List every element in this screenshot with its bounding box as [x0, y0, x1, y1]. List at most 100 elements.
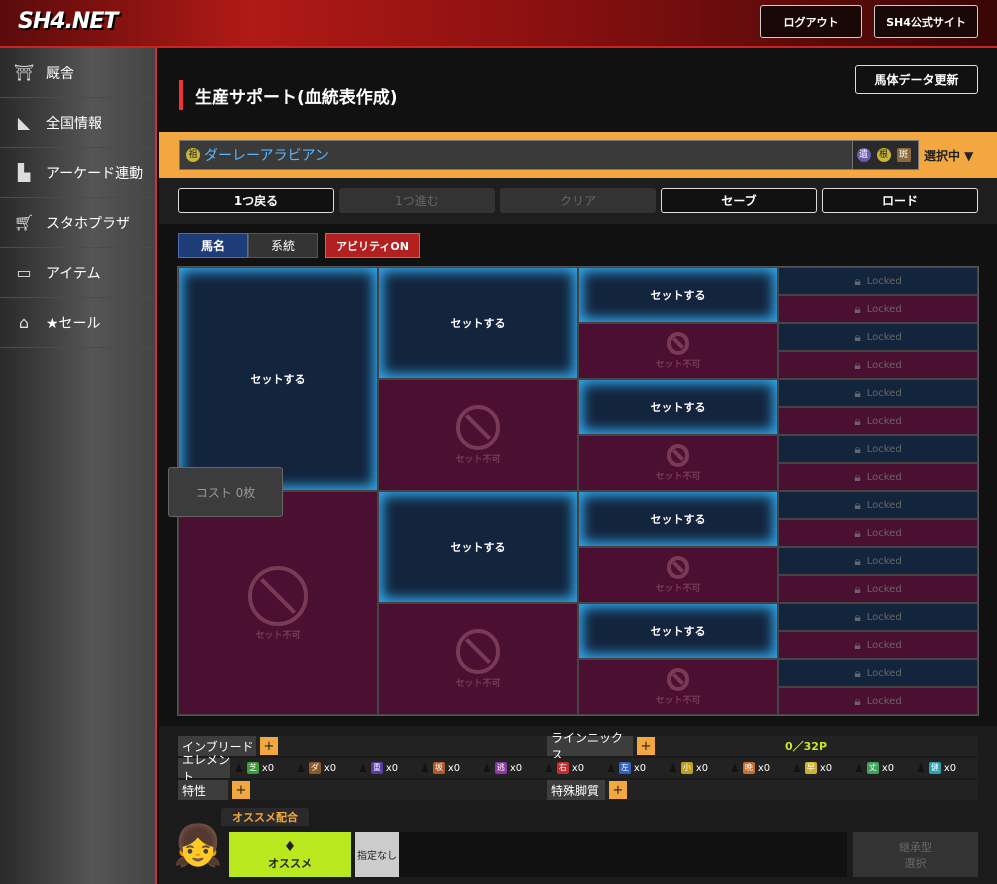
save-button[interactable]: セーブ [661, 188, 817, 213]
prohibited-icon [666, 556, 690, 579]
nicks-add-button[interactable]: + [637, 737, 655, 755]
locked-label: Locked [866, 583, 902, 595]
element-item: ♟ 芝 x0 [234, 762, 296, 775]
pedigree-set-slot[interactable]: セットする [378, 267, 578, 379]
element-count: x0 [323, 762, 337, 774]
official-site-button[interactable]: SH4公式サイト [874, 5, 978, 38]
locked-label: Locked [866, 499, 902, 511]
pedigree-set-slot[interactable]: セットする [578, 491, 778, 547]
pedigree-locked-slot: 🔒︎ Locked [778, 687, 978, 715]
element-count: x0 [447, 762, 461, 774]
pedigree-unavailable-slot: セット不可 [578, 435, 778, 491]
pedigree-set-slot[interactable]: セットする [378, 491, 578, 603]
locked-label: Locked [866, 443, 902, 455]
lock-icon: 🔒︎ [854, 581, 861, 596]
recommend-button[interactable]: ♦ オススメ [229, 832, 351, 877]
pedigree-set-slot[interactable]: セットする [178, 267, 378, 491]
sidebar-item-label: スタホプラザ [46, 215, 130, 232]
locked-label: Locked [866, 387, 902, 399]
pedigree-locked-slot: 🔒︎ Locked [778, 351, 978, 379]
prohibited-icon [248, 565, 308, 626]
horse-silhouette-icon: ♟ [916, 761, 926, 775]
lock-icon: 🔒︎ [854, 441, 861, 456]
prohibited-icon [666, 444, 690, 467]
load-button[interactable]: ロード [822, 188, 978, 213]
sidebar-item-label: ★セール [46, 315, 101, 332]
tag-icon: 根 [876, 148, 891, 162]
element-badge-icon: 芝 [246, 762, 259, 774]
locked-label: Locked [866, 611, 902, 623]
special-add-button[interactable]: + [609, 781, 627, 799]
trait-add-button[interactable]: + [232, 781, 250, 799]
horse-select-bar: 祖 ダーレーアラビアン 遺 根 斑 選択中 ▼ [159, 132, 997, 178]
update-horse-data-button[interactable]: 馬体データ更新 [855, 65, 978, 94]
horse-silhouette-icon: ♟ [358, 761, 368, 775]
element-item: ♟ 早 x0 [792, 762, 854, 775]
pedigree-locked-slot: 🔒︎ Locked [778, 547, 978, 575]
sidebar-item-national[interactable]: ◣ 全国情報 [0, 98, 155, 148]
pedigree-locked-slot: 🔒︎ Locked [778, 407, 978, 435]
horse-silhouette-icon: ♟ [792, 761, 802, 775]
inherit-type-button[interactable]: 継承型 選択 [853, 832, 978, 877]
element-item: ♟ 丈 x0 [854, 762, 916, 775]
element-label: エレメント [178, 753, 230, 784]
sidebar-item-plaza[interactable]: 🛒︎ スタホプラザ [0, 198, 155, 248]
horse-silhouette-icon: ♟ [482, 761, 492, 775]
element-count: x0 [757, 762, 771, 774]
sidebar-item-label: アーケード連動 [46, 165, 144, 182]
inbreed-row: インブリード + [178, 736, 548, 756]
locked-label: Locked [866, 275, 902, 287]
horse-silhouette-icon: ♟ [420, 761, 430, 775]
locked-label: Locked [866, 555, 902, 567]
pedigree-unavailable-slot: セット不可 [578, 659, 778, 715]
element-item: ♟ 重 x0 [358, 762, 420, 775]
sidebar-item-label: 全国情報 [46, 115, 102, 132]
lock-icon: 🔒︎ [854, 301, 861, 316]
pedigree-locked-slot: 🔒︎ Locked [778, 323, 978, 351]
pedigree-locked-slot: 🔒︎ Locked [778, 603, 978, 631]
page-title: 生産サポート(血統表作成) [179, 80, 398, 110]
sidebar-item-arcade[interactable]: ▙ アーケード連動 [0, 148, 155, 198]
tab-lineage[interactable]: 系統 [248, 233, 318, 258]
pedigree-locked-slot: 🔒︎ Locked [778, 463, 978, 491]
site-logo[interactable]: SH4.NET [18, 9, 118, 34]
sidebar: ⛩ 厩舎 ◣ 全国情報 ▙ アーケード連動 🛒︎ スタホプラザ ▭ アイテム ⌂ ★セール [0, 48, 157, 884]
element-badge-icon: 右 [556, 762, 569, 774]
nicks-label: ラインニックス [547, 731, 633, 762]
sidebar-item-items[interactable]: ▭ アイテム [0, 248, 155, 298]
ability-toggle-button[interactable]: アビリティON [325, 233, 420, 258]
special-label: 特殊脚質 [547, 780, 605, 800]
locked-label: Locked [866, 527, 902, 539]
sidebar-item-label: 厩舎 [46, 65, 74, 82]
lock-icon: 🔒︎ [854, 329, 861, 344]
pedigree-locked-slot: 🔒︎ Locked [778, 295, 978, 323]
pedigree-set-slot[interactable]: セットする [578, 379, 778, 435]
sidebar-item-stable[interactable]: ⛩ 厩舎 [0, 48, 155, 98]
selection-status-dropdown[interactable]: 選択中 ▼ [924, 147, 973, 164]
lock-icon: 🔒︎ [854, 273, 861, 288]
element-count: x0 [509, 762, 523, 774]
inbreed-add-button[interactable]: + [260, 737, 278, 755]
element-item: ♟ 左 x0 [606, 762, 668, 775]
element-item: ♟ 健 x0 [916, 762, 978, 775]
clear-button[interactable]: クリア [500, 188, 656, 213]
back-button[interactable]: 1つ戻る [178, 188, 334, 213]
lock-icon: 🔒︎ [854, 413, 861, 428]
tab-horse-name[interactable]: 馬名 [178, 233, 248, 258]
prohibited-icon [455, 405, 501, 450]
nicks-points: 0／32P [785, 740, 828, 753]
sidebar-item-sale[interactable]: ⌂ ★セール [0, 298, 155, 348]
pedigree-set-slot[interactable]: セットする [578, 603, 778, 659]
element-badge-icon: 左 [618, 762, 631, 774]
sidebar-item-label: アイテム [46, 265, 101, 282]
pedigree-set-slot[interactable]: セットする [578, 267, 778, 323]
horse-silhouette-icon: ♟ [854, 761, 864, 775]
unavailable-label: セット不可 [655, 471, 701, 482]
selected-horse-field[interactable]: 祖 ダーレーアラビアン 遺 根 斑 [179, 140, 919, 170]
forward-button[interactable]: 1つ進む [339, 188, 495, 213]
locked-label: Locked [866, 359, 902, 371]
unspecified-option[interactable]: 指定なし [355, 832, 399, 877]
logout-button[interactable]: ログアウト [760, 5, 862, 38]
recommend-tab[interactable]: オススメ配合 [221, 808, 309, 826]
element-count: x0 [819, 762, 833, 774]
